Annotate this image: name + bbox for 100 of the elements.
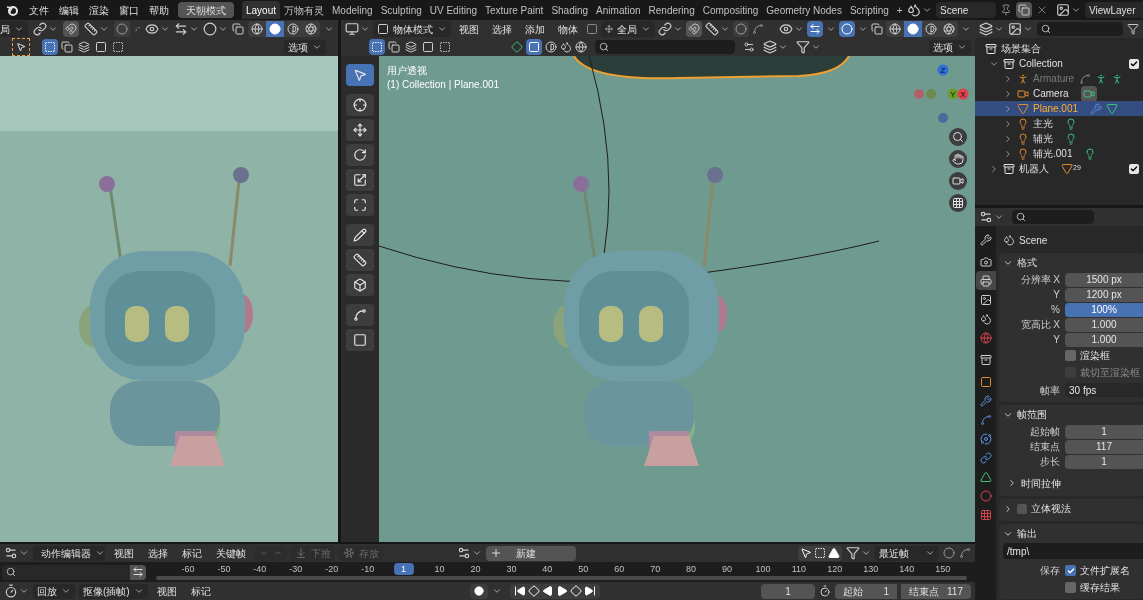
checkbox-label: 缓存结果 (1080, 581, 1120, 595)
panel-header[interactable]: 输出 (999, 524, 1143, 543)
checkbox-label: 渲染框 (1080, 349, 1110, 363)
frame-number: 70 (649, 562, 662, 575)
slider-field[interactable]: 100% (1065, 302, 1143, 317)
menu-item[interactable]: 选择 (143, 545, 173, 561)
outliner-item-name: Armature (1033, 72, 1075, 86)
mode-dropdown[interactable]: 物体模式 (373, 21, 451, 37)
field-label: 起始帧 (1029, 425, 1061, 439)
frame-number: -20 (324, 562, 340, 575)
options-dropdown[interactable]: 选项 (284, 39, 326, 55)
viewport-info-text: (1) Collection | Plane.001 (387, 78, 500, 92)
menu-item[interactable]: 文件 (24, 2, 54, 18)
mode-button[interactable]: 天朝模式 (178, 2, 234, 18)
dropdown[interactable]: 30 fps (1065, 383, 1143, 397)
navigation-gizmo-drawing[interactable]: Z Y X (911, 62, 969, 124)
menu-item[interactable]: 帮助 (144, 2, 174, 18)
workspace-tab[interactable]: Geometry Nodes (762, 1, 846, 19)
outliner-row[interactable]: 辅光 (975, 131, 1143, 146)
outliner-item-name: Camera (1033, 87, 1069, 101)
number-field[interactable]: 1.000 (1065, 317, 1143, 332)
frame-number: 80 (685, 562, 698, 575)
frame-mode-dropdown[interactable]: 最近帧 (875, 545, 939, 561)
outliner-row[interactable]: Collection (975, 56, 1143, 71)
viewport-canvas[interactable]: 用户透视 (1) Collection | Plane.001 Z Y X (379, 56, 975, 542)
field-label: 分辨率 X (1019, 273, 1061, 287)
view-layer-field[interactable]: ViewLayer (1085, 2, 1143, 18)
frame-number: 90 (721, 562, 734, 575)
frame-number: 140 (898, 562, 916, 575)
options-dropdown[interactable]: 选项 (929, 39, 971, 55)
number-field[interactable]: 1 (1065, 454, 1143, 469)
playback-dropdown[interactable]: 回放 (33, 583, 75, 599)
workspace-tab[interactable]: Shading (547, 1, 593, 19)
new-action-button[interactable]: 新建 (486, 545, 576, 561)
frame-number: 50 (577, 562, 590, 575)
outliner-item-name: Collection (1019, 57, 1063, 71)
field-label: 结束点 (1029, 440, 1061, 454)
playback-dropdown[interactable]: 抠像(插帧) (79, 583, 148, 599)
panel-header[interactable]: 帧范围 (999, 405, 1143, 424)
panel-title: 输出 (1017, 527, 1037, 541)
workspace-tab[interactable]: Rendering (644, 1, 699, 19)
menu-item[interactable]: 视图 (151, 583, 182, 599)
field-label: 宽高比 X (1019, 318, 1061, 332)
frame-number: 10 (433, 562, 446, 575)
current-frame-field[interactable]: 1 (761, 583, 815, 599)
start-frame-field[interactable]: 起始 1 (835, 583, 897, 599)
outliner-row[interactable]: 辅光.001 (975, 146, 1143, 161)
frame-number: -30 (288, 562, 304, 575)
checkbox-label: 裁切至渲染框 (1080, 366, 1140, 380)
panel-header[interactable]: 格式 (999, 253, 1143, 272)
add-workspace-tab[interactable]: + (892, 2, 907, 18)
number-field[interactable]: 1.000 (1065, 332, 1143, 347)
menu-item[interactable]: 标记 (185, 583, 216, 599)
number-field[interactable]: 117 (1065, 439, 1143, 454)
menu-item[interactable]: 物体 (553, 21, 583, 37)
frame-number: 30 (505, 562, 518, 575)
editor-dropdown[interactable]: 动作编辑器 (33, 545, 105, 561)
field-label: Y (1052, 288, 1061, 302)
path-field[interactable]: /tmp\ (1003, 543, 1143, 559)
number-field[interactable]: 1 (1065, 424, 1143, 439)
menu-item[interactable]: 编辑 (54, 2, 84, 18)
workspace-tab[interactable]: Scripting (845, 1, 893, 19)
frame-number: 100 (754, 562, 772, 575)
scene-field[interactable]: Scene (936, 2, 996, 18)
subpanel-header[interactable]: 时间拉伸 (999, 473, 1143, 493)
end-frame-field[interactable]: 结束点 117 (901, 583, 971, 599)
menu-item[interactable]: 视图 (454, 21, 484, 37)
panel-title: 帧范围 (1017, 408, 1047, 422)
menu-item[interactable]: 视图 (109, 545, 139, 561)
frame-number: 40 (541, 562, 554, 575)
orientation-dropdown[interactable]: 全局 (601, 21, 655, 37)
menu-item[interactable]: 关键帧 (211, 545, 251, 561)
outliner-row[interactable]: 主光 (975, 116, 1143, 131)
outliner-item-name: 辅光 (1033, 132, 1053, 146)
frame-number: -10 (360, 562, 376, 575)
workspace-tab[interactable]: Layout (242, 1, 281, 19)
number-field[interactable]: 1200 px (1065, 287, 1143, 302)
viewport-info-text: 用户透视 (387, 64, 428, 78)
field-label: 帧率 (1039, 383, 1061, 398)
context-title: Scene (1019, 233, 1048, 248)
workspace-tab[interactable]: Sculpting (376, 1, 426, 19)
outliner-row[interactable]: Camera (975, 86, 1143, 101)
menu-item[interactable]: 渲染 (84, 2, 114, 18)
workspace-tab[interactable]: Modeling (328, 1, 377, 19)
workspace-tab[interactable]: UV Editing (425, 1, 481, 19)
menu-item[interactable]: 选择 (487, 21, 517, 37)
workspace-tab[interactable]: 万物有灵 (280, 1, 329, 19)
workspace-tab[interactable]: Texture Paint (481, 1, 548, 19)
frame-number: -40 (252, 562, 268, 575)
frame-number: -50 (216, 562, 232, 575)
menu-item[interactable]: 窗口 (114, 2, 144, 18)
outliner-row[interactable]: Plane.001 (975, 101, 1143, 116)
frame-number: 130 (862, 562, 880, 575)
menu-item[interactable]: 添加 (520, 21, 550, 37)
number-field[interactable]: 1500 px (1065, 272, 1143, 287)
workspace-tab[interactable]: Animation (592, 1, 645, 19)
menu-item[interactable]: 标记 (177, 545, 207, 561)
orientation-dropdown[interactable]: 局 (0, 21, 28, 37)
workspace-tab[interactable]: Compositing (698, 1, 763, 19)
outliner-item-name: 场景集合 (1001, 42, 1041, 56)
